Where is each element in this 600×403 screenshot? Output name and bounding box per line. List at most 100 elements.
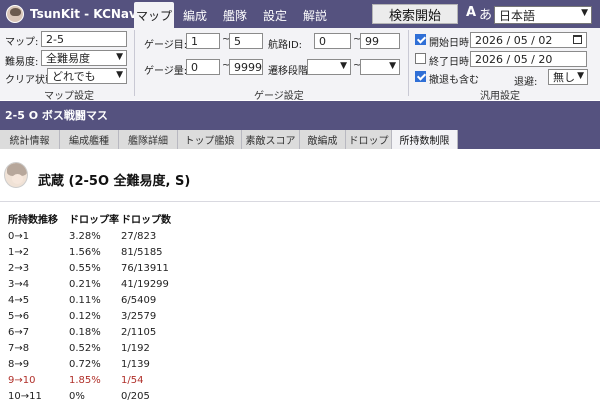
chevron-down-icon: ▼ (340, 61, 347, 71)
calendar-icon[interactable] (573, 35, 582, 44)
tab-fancy-score[interactable]: 素敵スコア (242, 130, 300, 149)
start-date-input[interactable]: 2026 / 05 / 02 (470, 32, 587, 48)
table-cell-count: 1/139 (121, 359, 150, 370)
table-row: 10→11 0% 0/205 (0, 391, 300, 403)
chevron-down-icon: ▼ (389, 61, 396, 71)
table-cell-rate: 0.72% (69, 359, 101, 370)
table-cell-rate: 1.56% (69, 247, 101, 258)
tab-fleet-details[interactable]: 艦隊詳細 (119, 130, 178, 149)
tab-enemy-composition[interactable]: 敵編成 (300, 130, 346, 149)
start-date-checkbox[interactable] (415, 34, 426, 45)
route-id-from-input[interactable]: 0 (314, 33, 351, 49)
map-label: マップ: (5, 37, 39, 48)
main-content: 武蔵 (2-5O 全難易度, S) 所持数推移 ドロップ率 ドロップ数 0→1 3… (0, 149, 600, 403)
route-id-label: 航路ID: (268, 40, 303, 51)
clear-state-select[interactable]: どれでも ▼ (47, 68, 127, 84)
table-cell-step: 9→10 (8, 375, 36, 386)
table-cell-step: 7→8 (8, 343, 30, 354)
table-cell-step: 3→4 (8, 279, 30, 290)
retreat-select[interactable]: 無し ▼ (548, 69, 588, 85)
ship-avatar (4, 162, 28, 188)
tab-settings[interactable]: 設定 (257, 2, 293, 28)
app-logo-icon (6, 5, 24, 23)
table-cell-rate: 0.52% (69, 343, 101, 354)
end-date-input[interactable]: 2026 / 05 / 20 (470, 51, 587, 67)
gauge-amount-from-input[interactable]: 0 (186, 59, 220, 75)
table-row: 1→2 1.56% 81/5185 (0, 247, 300, 262)
end-date-checkbox[interactable] (415, 53, 426, 64)
tab-ownership-limit[interactable]: 所持数制限 (392, 130, 458, 149)
gauge-number-from-input[interactable]: 1 (186, 33, 220, 49)
tab-map[interactable]: マップ (134, 2, 174, 28)
language-select[interactable]: 日本語 ▼ (494, 6, 592, 24)
content-divider (0, 201, 600, 202)
retreat-label: 退避: (514, 77, 538, 88)
table-cell-step: 2→3 (8, 263, 30, 274)
table-cell-count: 81/5185 (121, 247, 163, 258)
table-row: 2→3 0.55% 76/13911 (0, 263, 300, 278)
transition-from-select[interactable]: ▼ (307, 59, 351, 75)
start-search-button[interactable]: 検索開始 (372, 4, 458, 24)
divider (134, 30, 135, 96)
top-bar: TsunKit - KCNav マップ 編成 艦隊 設定 解説 検索開始 A あ… (0, 0, 600, 28)
table-cell-step: 0→1 (8, 231, 30, 242)
settings-panel: マップ: 2-5 難易度: 全難易度 ▼ クリア状態: どれでも ▼ マップ設定… (0, 28, 600, 102)
tab-explanation[interactable]: 解説 (297, 2, 333, 28)
gauge-amount-to-input[interactable]: 99999 (229, 59, 263, 75)
transition-stage-label: 遷移段階: (268, 66, 312, 77)
table-cell-step: 8→9 (8, 359, 30, 370)
app-title: TsunKit - KCNav (6, 0, 137, 28)
column-header-step: 所持数推移 (8, 215, 58, 226)
sub-tab-bar: 統計情報 編成艦種 艦隊詳細 トップ艦娘 素敵スコア 敵編成 ドロップ 所持数制… (0, 129, 600, 149)
table-cell-rate: 0.55% (69, 263, 101, 274)
table-cell-rate: 0.21% (69, 279, 101, 290)
gauge-number-label: ゲージ目: (144, 40, 188, 51)
table-row: 5→6 0.12% 3/2579 (0, 311, 300, 326)
table-cell-rate: 3.28% (69, 231, 101, 242)
language-kana-icon: あ (479, 8, 493, 23)
tab-top-shipgirls[interactable]: トップ艦娘 (178, 130, 242, 149)
map-input[interactable]: 2-5 (41, 31, 127, 47)
table-cell-rate: 1.85% (69, 375, 101, 386)
table-cell-rate: 0.18% (69, 327, 101, 338)
map-settings-caption: マップ設定 (44, 91, 94, 102)
table-cell-count: 1/54 (121, 375, 144, 386)
section-title: 2-5 O ボス戦闘マス (0, 101, 600, 129)
table-cell-count: 0/205 (121, 391, 150, 402)
difficulty-label: 難易度: (5, 57, 39, 68)
language-select-value: 日本語 (499, 8, 536, 23)
ship-title: 武蔵 (2-5O 全難易度, S) (38, 174, 191, 189)
gauge-settings-caption: ゲージ設定 (254, 91, 304, 102)
table-row: 8→9 0.72% 1/139 (0, 359, 300, 374)
table-cell-rate: 0.12% (69, 311, 101, 322)
divider (408, 30, 409, 96)
tab-fleet[interactable]: 艦隊 (216, 2, 254, 28)
start-date-value: 2026 / 05 / 02 (475, 33, 553, 47)
gauge-number-to-input[interactable]: 5 (229, 33, 263, 49)
include-retreat-checkbox[interactable] (415, 71, 426, 82)
gauge-amount-label: ゲージ量: (144, 66, 188, 77)
table-cell-step: 1→2 (8, 247, 30, 258)
difficulty-select[interactable]: 全難易度 ▼ (41, 50, 127, 66)
table-cell-count: 1/192 (121, 343, 150, 354)
clear-state-select-value: どれでも (52, 70, 96, 83)
table-cell-rate: 0.11% (69, 295, 101, 306)
table-cell-count: 41/19299 (121, 279, 169, 290)
tab-statistics[interactable]: 統計情報 (0, 130, 60, 149)
route-id-to-input[interactable]: 99 (360, 33, 400, 49)
end-date-label: 終了日時: (429, 57, 473, 68)
table-row: 4→5 0.11% 6/5409 (0, 295, 300, 310)
table-cell-step: 10→11 (8, 391, 42, 402)
table-cell-count: 76/13911 (121, 263, 169, 274)
tab-drops[interactable]: ドロップ (346, 130, 392, 149)
tab-fleet-composition[interactable]: 編成 (177, 2, 213, 28)
transition-to-select[interactable]: ▼ (360, 59, 400, 75)
tab-fleet-ship-types[interactable]: 編成艦種 (60, 130, 119, 149)
column-header-rate: ドロップ率 (69, 215, 119, 226)
language-a-icon: A (466, 5, 477, 20)
chevron-down-icon: ▼ (581, 8, 588, 18)
table-cell-count: 27/823 (121, 231, 157, 242)
table-cell-count: 3/2579 (121, 311, 157, 322)
general-settings-caption: 汎用設定 (480, 91, 520, 102)
table-row: 3→4 0.21% 41/19299 (0, 279, 300, 294)
